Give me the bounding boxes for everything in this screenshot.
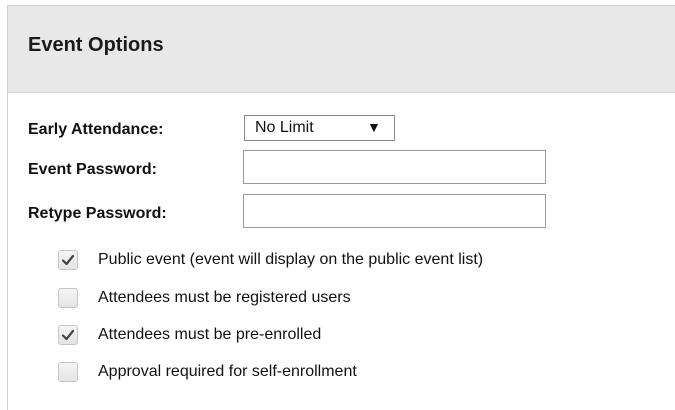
retype-password-input[interactable] bbox=[243, 194, 546, 228]
approval-required-label: Approval required for self-enrollment bbox=[98, 363, 357, 380]
registered-users-checkbox[interactable] bbox=[58, 288, 78, 308]
early-attendance-select[interactable]: No Limit ▼ bbox=[244, 115, 395, 141]
pre-enrolled-label: Attendees must be pre-enrolled bbox=[98, 326, 322, 343]
panel-title: Event Options bbox=[28, 34, 164, 56]
approval-required-checkbox[interactable] bbox=[58, 362, 78, 382]
registered-users-label: Attendees must be registered users bbox=[98, 289, 351, 306]
early-attendance-label: Early Attendance: bbox=[28, 121, 164, 138]
checkmark-icon bbox=[61, 329, 75, 341]
event-options-panel: Event Options Early Attendance: No Limit… bbox=[7, 5, 675, 410]
early-attendance-value: No Limit bbox=[255, 119, 314, 136]
public-event-checkbox[interactable] bbox=[58, 250, 78, 270]
retype-password-label: Retype Password: bbox=[28, 205, 167, 222]
event-password-label: Event Password: bbox=[28, 161, 157, 178]
event-password-input[interactable] bbox=[243, 150, 546, 184]
pre-enrolled-checkbox[interactable] bbox=[58, 325, 78, 345]
panel-header: Event Options bbox=[8, 6, 675, 93]
public-event-label: Public event (event will display on the … bbox=[98, 251, 484, 268]
checkmark-icon bbox=[61, 254, 75, 266]
triangle-down-icon: ▼ bbox=[367, 119, 381, 135]
